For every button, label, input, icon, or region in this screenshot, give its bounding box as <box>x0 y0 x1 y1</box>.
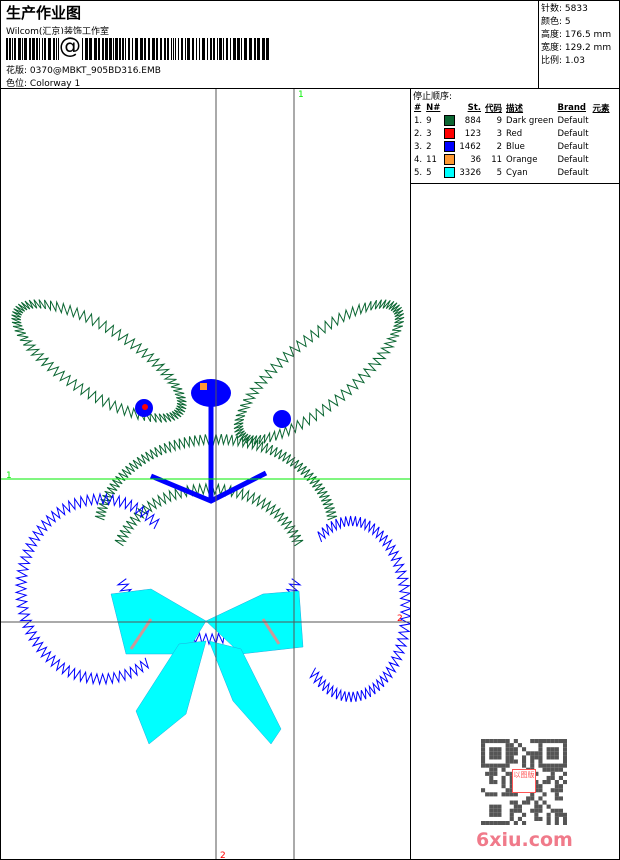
watermark-logo: 6xiu.com <box>476 829 573 851</box>
production-worksheet: 生产作业图 Wilcom(汇京)装饰工作室 @ 花版: 0370@MBKT_90… <box>0 0 620 860</box>
eye-red-dot <box>142 404 148 410</box>
colorway: Colorway 1 <box>29 79 81 89</box>
table-header: # N# St. 代码 描述 Brand 元素 <box>414 102 610 114</box>
bow-right-tail <box>208 640 282 745</box>
table-row: 3. 2 1462 2 Blue Default <box>414 141 589 152</box>
barcode <box>6 38 269 60</box>
colorway-label: 色位: <box>6 79 28 89</box>
design-file: 0370@MBKT_905BD316.EMB <box>29 66 161 76</box>
barcode-symbol: @ <box>59 34 81 60</box>
color-swatch <box>444 128 456 139</box>
color-swatch <box>444 115 456 126</box>
left-cheek-outline <box>14 492 160 686</box>
stats-box: 针数: 5833 颜色: 5 高度: 176.5 mm 宽度: 129.2 mm… <box>538 1 619 88</box>
color-swatch <box>444 154 456 165</box>
right-cheek-outline <box>309 515 413 703</box>
guide-label: 1 <box>298 90 304 100</box>
stop-sequence-panel: 停止顺序: # N# St. 代码 描述 Brand 元素 1. 9 884 9 Dark gr… <box>411 89 619 184</box>
table-row: 2. 3 123 3 Red Default <box>414 128 589 139</box>
header: 生产作业图 Wilcom(汇京)装饰工作室 @ 花版: 0370@MBKT_90… <box>1 1 619 89</box>
guide-label: 1 <box>6 471 12 481</box>
stamp: 以图版 <box>512 769 536 793</box>
embroidery-design: 1 1 2 2 <box>1 89 413 859</box>
right-eye <box>273 410 291 428</box>
design-file-label: 花版: <box>6 66 28 76</box>
stat-height: 高度: 176.5 mm <box>541 30 612 40</box>
color-swatch <box>444 141 456 152</box>
guide-label: 2 <box>220 851 226 859</box>
color-swatch <box>444 167 456 178</box>
stat-colors: 颜色: 5 <box>541 17 571 27</box>
page-title: 生产作业图 <box>6 4 82 22</box>
company-name: Wilcom(汇京)装饰工作室 <box>6 27 109 37</box>
bow-left-tail <box>135 640 207 745</box>
stat-width: 宽度: 129.2 mm <box>541 43 612 53</box>
left-ear-outline <box>11 299 187 423</box>
nose-highlight <box>200 383 207 390</box>
stat-scale: 比例: 1.03 <box>541 56 585 66</box>
stat-stitches: 针数: 5833 <box>541 4 588 14</box>
table-row: 4. 11 36 11 Orange Default <box>414 154 589 165</box>
stop-sequence-table: # N# St. 代码 描述 Brand 元素 1. 9 884 9 Dark green Def… <box>412 101 612 179</box>
table-row: 5. 5 3326 5 Cyan Default <box>414 167 589 178</box>
right-ear-outline <box>233 299 405 445</box>
design-canvas: 1 1 2 2 <box>1 89 413 859</box>
guide-label: 2 <box>397 614 403 624</box>
table-row: 1. 9 884 9 Dark green Default <box>414 115 589 126</box>
qr-code: 以图版 <box>481 739 568 826</box>
